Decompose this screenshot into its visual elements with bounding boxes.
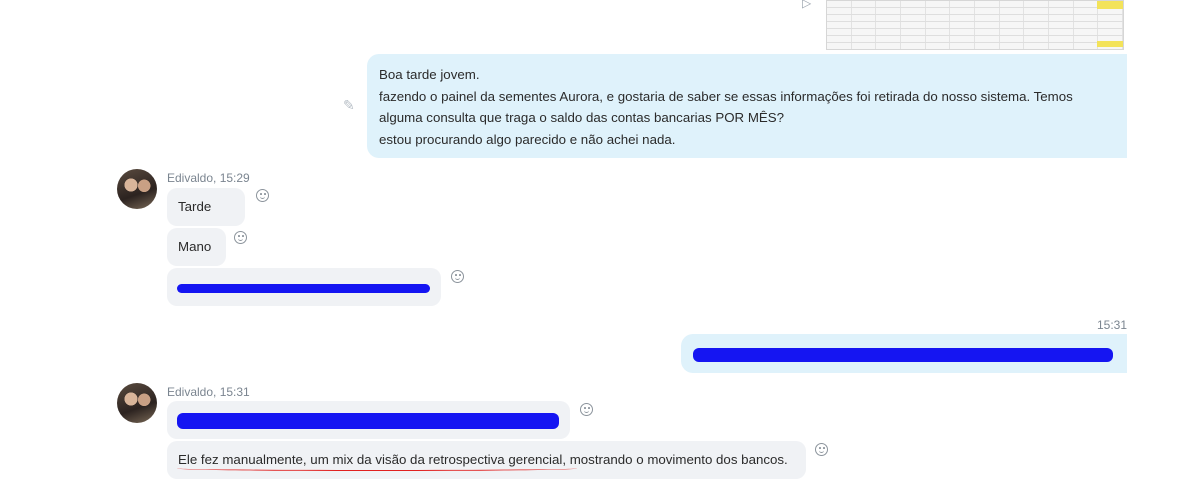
reaction-icon[interactable] [580, 403, 593, 416]
redaction-mark [177, 413, 559, 429]
incoming-message[interactable]: Mano [167, 228, 226, 266]
message-line: fazendo o painel da sementes Aurora, e g… [379, 88, 1073, 104]
avatar[interactable] [117, 383, 157, 423]
incoming-message-redacted[interactable] [167, 268, 441, 306]
message-text: Tarde [178, 199, 212, 214]
incoming-message-redacted[interactable] [167, 401, 570, 439]
send-icon: ▷ [802, 0, 812, 10]
message-line: estou procurando algo parecido e não ach… [379, 131, 676, 147]
edit-icon[interactable]: ✎ [343, 98, 357, 112]
spellcheck-underline [177, 466, 577, 471]
sender-label: Edivaldo, 15:29 [167, 171, 250, 185]
reaction-icon[interactable] [234, 231, 247, 244]
message-text: Ele fez manualmente, um mix da visão da … [178, 452, 788, 467]
avatar[interactable] [117, 169, 157, 209]
message-text: Mano [178, 239, 212, 254]
sender-label: Edivaldo, 15:31 [167, 385, 250, 399]
reaction-icon[interactable] [256, 189, 269, 202]
incoming-message[interactable]: Tarde [167, 188, 245, 226]
outgoing-message-redacted[interactable] [681, 334, 1127, 373]
message-line: alguma consulta que traga o saldo das co… [379, 110, 785, 125]
reaction-icon[interactable] [815, 443, 828, 456]
message-time: 15:31 [1097, 318, 1128, 332]
reaction-icon[interactable] [451, 270, 464, 283]
redaction-mark [693, 348, 1113, 362]
outgoing-message[interactable]: Boa tarde jovem. fazendo o painel da sem… [367, 54, 1127, 158]
incoming-message[interactable]: Ele fez manualmente, um mix da visão da … [167, 441, 806, 479]
redaction-mark [177, 284, 430, 293]
message-line: Boa tarde jovem. [379, 67, 480, 82]
spreadsheet-thumbnail[interactable] [826, 0, 1124, 50]
